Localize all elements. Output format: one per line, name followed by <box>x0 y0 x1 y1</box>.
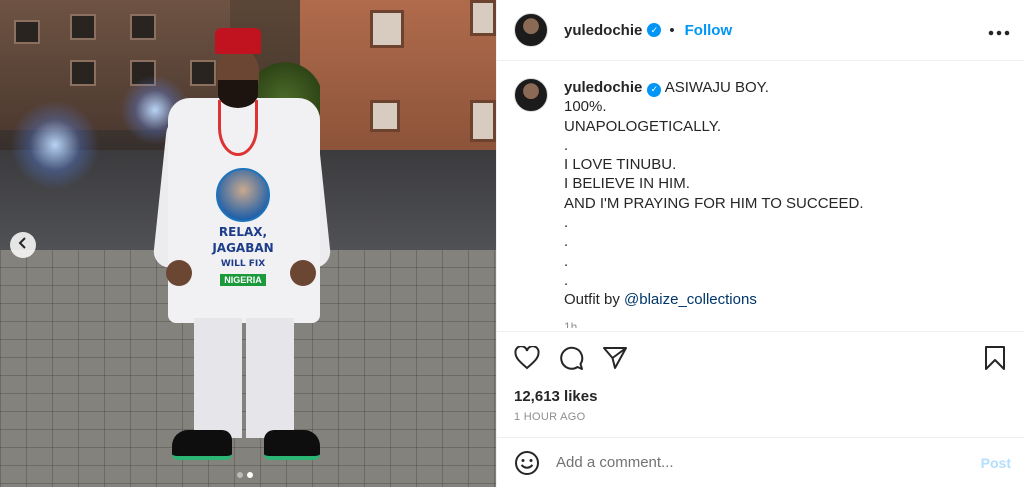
bookmark-icon <box>984 345 1006 376</box>
post-comment-button[interactable]: Post <box>981 455 1011 471</box>
right-shoe <box>264 430 320 460</box>
caption-line: Outfit by @blaize_collections <box>564 290 864 309</box>
comment-icon <box>558 345 584 376</box>
share-icon <box>602 345 628 376</box>
carousel-indicator <box>237 472 253 478</box>
emoji-icon[interactable] <box>514 450 540 476</box>
comment-input[interactable] <box>556 454 981 471</box>
caption-text: ASIWAJU BOY. <box>664 79 769 96</box>
print-tag: NIGERIA <box>220 274 266 286</box>
caption-line: yuledochie ✓ ASIWAJU BOY. <box>564 78 864 97</box>
actions-section: 12,613 likes 1 HOUR AGO <box>497 331 1024 423</box>
portrait-print <box>216 168 270 222</box>
separator-dot: • <box>669 21 675 39</box>
mention-link[interactable]: @blaize_collections <box>624 291 757 308</box>
carousel-dot <box>237 472 243 478</box>
carousel-prev-button[interactable] <box>10 232 36 258</box>
carousel-dot-active <box>247 472 253 478</box>
caption-line: AND I'M PRAYING FOR HIM TO SUCCEED. <box>564 194 864 212</box>
caption-line: I BELIEVE IN HIM. <box>564 175 690 193</box>
post-header: yuledochie ✓ • Follow <box>497 0 1024 61</box>
chevron-left-icon <box>17 236 29 254</box>
caption-line: . <box>564 136 569 154</box>
caption-line: . <box>564 214 569 232</box>
action-bar <box>497 332 1024 388</box>
person: RELAX, JAGABAN WILL FIX NIGERIA <box>152 28 332 473</box>
caption-body: yuledochie ✓ ASIWAJU BOY. 100%. UNAPOLOGE… <box>564 78 864 328</box>
avatar[interactable] <box>514 13 548 47</box>
caption-line: I LOVE TINUBU. <box>564 156 677 174</box>
comment-button[interactable] <box>557 346 585 374</box>
red-cap <box>215 28 261 54</box>
left-shoe <box>172 430 232 460</box>
caption-avatar[interactable] <box>514 78 548 112</box>
print-line-1: RELAX, <box>218 225 268 239</box>
left-hand <box>166 260 192 286</box>
post-time: 1 HOUR AGO <box>514 411 586 423</box>
likes-count[interactable]: 12,613 likes <box>497 388 1024 405</box>
white-trousers <box>194 318 294 438</box>
shirt-print: RELAX, JAGABAN WILL FIX NIGERIA <box>204 168 282 286</box>
outfit-prefix: Outfit by <box>564 291 620 309</box>
more-options-icon[interactable] <box>988 19 1010 42</box>
save-button[interactable] <box>981 345 1009 376</box>
comment-bar: Post <box>497 437 1024 487</box>
verified-badge-icon: ✓ <box>647 82 662 97</box>
post-image[interactable]: RELAX, JAGABAN WILL FIX NIGERIA <box>0 0 496 487</box>
caption-line: 100%. <box>564 98 607 116</box>
caption-timestamp[interactable]: 1h <box>564 318 864 328</box>
right-hand <box>290 260 316 286</box>
caption-username-link[interactable]: yuledochie <box>564 79 642 96</box>
verified-badge-icon: ✓ <box>647 23 662 37</box>
caption-line: . <box>564 252 569 270</box>
username-link[interactable]: yuledochie <box>564 22 642 39</box>
post-panel: yuledochie ✓ • Follow yuledochie ✓ ASIWAJ… <box>496 0 1024 487</box>
caption-line: . <box>564 271 569 289</box>
share-button[interactable] <box>601 346 629 374</box>
coral-beads <box>218 100 258 156</box>
caption: yuledochie ✓ ASIWAJU BOY. 100%. UNAPOLOGE… <box>514 78 1009 328</box>
heart-icon <box>514 344 540 375</box>
like-button[interactable] <box>513 344 541 375</box>
street-light <box>10 100 100 190</box>
caption-line: . <box>564 233 569 251</box>
caption-line: UNAPOLOGETICALLY. <box>564 117 722 135</box>
follow-button[interactable]: Follow <box>685 22 733 39</box>
print-line-3: WILL FIX <box>220 259 266 269</box>
print-line-2: JAGABAN <box>212 241 274 255</box>
